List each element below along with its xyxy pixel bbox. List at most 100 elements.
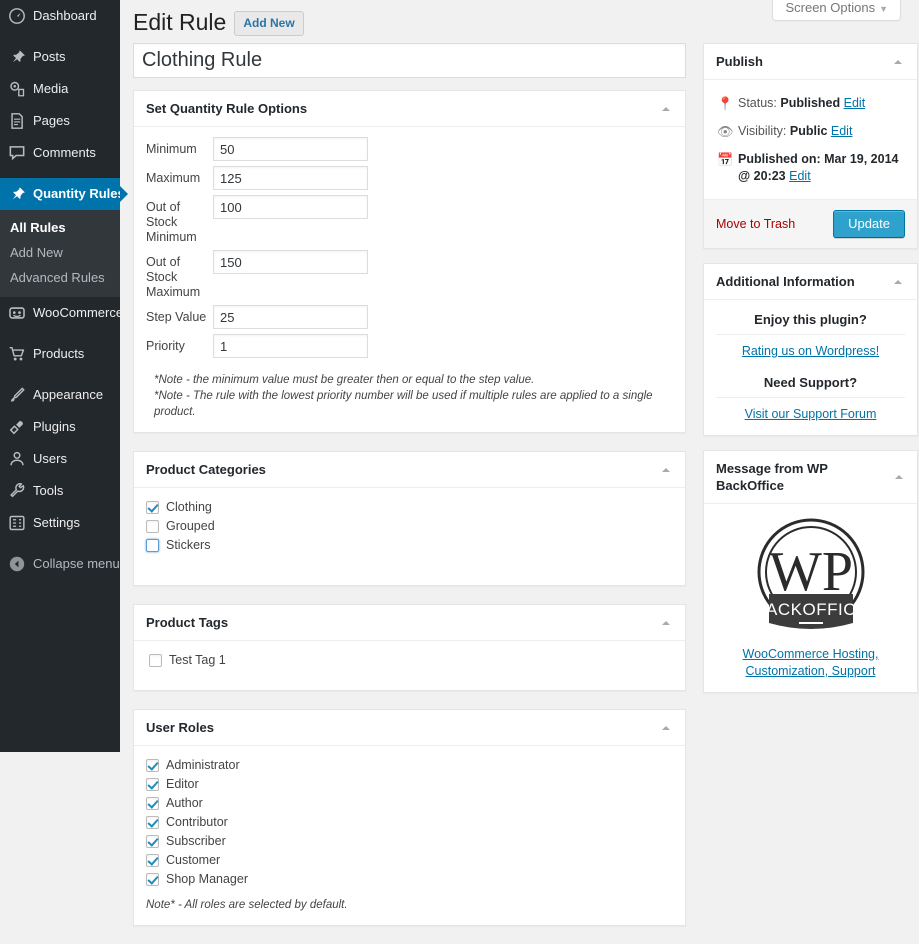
user-role-checkbox-list: AdministratorEditorAuthorContributorSubs… [146, 756, 673, 889]
field-input-minimum[interactable] [213, 137, 368, 161]
postbox-product-tags: Product Tags Test Tag 1 [133, 604, 686, 691]
postbox-header-backoffice[interactable]: Message from WP BackOffice [704, 451, 917, 504]
postbox-header-quantity[interactable]: Set Quantity Rule Options [134, 91, 685, 127]
user-role-checkbox-subscriber[interactable] [146, 835, 159, 848]
sidebar-item-plugins[interactable]: Plugins [0, 411, 120, 443]
screen-options-tab[interactable]: Screen Options▼ [772, 0, 901, 21]
rule-title-input[interactable] [133, 43, 686, 78]
user-role-label-customer: Customer [166, 852, 220, 869]
product-category-checkbox-clothing[interactable] [146, 501, 159, 514]
edit-visibility-link[interactable]: Edit [831, 124, 853, 138]
product-tag-checkbox-test-tag-1[interactable] [149, 654, 162, 667]
sidebar-item-products[interactable]: Products [0, 338, 120, 370]
product-category-row-grouped[interactable]: Grouped [146, 517, 673, 536]
toggle-panel-icon[interactable] [659, 616, 673, 630]
postbox-header-user-roles[interactable]: User Roles [134, 710, 685, 746]
collapse-menu-button[interactable]: Collapse menu [0, 548, 120, 580]
postbox-header-tags[interactable]: Product Tags [134, 605, 685, 641]
user-roles-body: AdministratorEditorAuthorContributorSubs… [134, 746, 685, 925]
postbox-header-categories[interactable]: Product Categories [134, 452, 685, 488]
sidebar-item-pages[interactable]: Pages [0, 105, 120, 137]
sidebar-item-tools[interactable]: Tools [0, 475, 120, 507]
user-role-row-contributor[interactable]: Contributor [146, 813, 673, 832]
quantity-notes: *Note - the minimum value must be greate… [146, 372, 673, 420]
user-role-row-editor[interactable]: Editor [146, 775, 673, 794]
status-value: Published [780, 96, 840, 110]
field-input-step-value[interactable] [213, 305, 368, 329]
side-column: Publish 📍 Status: Published Edit [703, 43, 918, 707]
quantity-fields: MinimumMaximumOut of Stock MinimumOut of… [134, 127, 685, 432]
edit-status-link[interactable]: Edit [844, 96, 866, 110]
product-tag-row-test-tag-1[interactable]: Test Tag 1 [149, 651, 673, 670]
edit-date-link[interactable]: Edit [789, 169, 811, 183]
product-category-label-clothing: Clothing [166, 499, 212, 516]
toggle-panel-icon[interactable] [891, 55, 905, 69]
sidebar-item-media[interactable]: Media [0, 73, 120, 105]
user-role-checkbox-administrator[interactable] [146, 759, 159, 772]
user-role-row-subscriber[interactable]: Subscriber [146, 832, 673, 851]
screen-options-label: Screen Options [785, 0, 875, 15]
user-role-checkbox-customer[interactable] [146, 854, 159, 867]
user-role-row-customer[interactable]: Customer [146, 851, 673, 870]
post-body: Set Quantity Rule Options MinimumMaximum… [133, 43, 909, 944]
sidebar-menu-list: Dashboard PostsMedia Pages Comments Quantity… [0, 0, 120, 580]
field-input-out-of-stock-maximum[interactable] [213, 250, 368, 274]
page-title: Edit Rule [133, 6, 226, 43]
rating-link[interactable]: Rating us on Wordpress! [716, 344, 905, 371]
user-role-checkbox-contributor[interactable] [146, 816, 159, 829]
toggle-panel-icon[interactable] [659, 463, 673, 477]
sidebar-item-label: Dashboard [33, 7, 97, 25]
sidebar-item-posts[interactable]: Posts [0, 41, 120, 73]
sidebar-item-users[interactable]: Users [0, 443, 120, 475]
support-forum-link[interactable]: Visit our Support Forum [716, 407, 905, 423]
sidebar-item-label: Products [33, 345, 84, 363]
publish-status-row: 📍 Status: Published Edit [716, 90, 905, 118]
toggle-panel-icon[interactable] [892, 470, 905, 484]
visibility-label: Visibility: [738, 124, 786, 138]
sidebar-item-appearance[interactable]: Appearance [0, 379, 120, 411]
user-role-row-administrator[interactable]: Administrator [146, 756, 673, 775]
user-role-checkbox-author[interactable] [146, 797, 159, 810]
user-role-checkbox-editor[interactable] [146, 778, 159, 791]
field-label-out-of-stock-minimum: Out of Stock Minimum [146, 195, 213, 245]
field-input-priority[interactable] [213, 334, 368, 358]
field-input-out-of-stock-minimum[interactable] [213, 195, 368, 219]
note-priority: *Note - The rule with the lowest priorit… [154, 388, 673, 420]
sidebar-subitem-advanced-rules[interactable]: Advanced Rules [0, 265, 120, 290]
sidebar-item-dashboard[interactable]: Dashboard [0, 0, 120, 32]
postbox-publish: Publish 📍 Status: Published Edit [703, 43, 918, 249]
postbox-title: Product Categories [146, 461, 266, 478]
field-row-priority: Priority [146, 334, 673, 358]
user-role-label-administrator: Administrator [166, 757, 240, 774]
field-row-minimum: Minimum [146, 137, 673, 161]
move-to-trash-link[interactable]: Move to Trash [716, 217, 795, 231]
sidebar-item-woocommerce[interactable]: WooCommerce [0, 297, 120, 329]
postbox-header-additional-info[interactable]: Additional Information [704, 264, 917, 300]
toggle-panel-icon[interactable] [659, 102, 673, 116]
sidebar-subitem-all-rules[interactable]: All Rules [0, 215, 120, 240]
pin-icon [8, 185, 26, 203]
backoffice-link[interactable]: WooCommerce Hosting, Customization, Supp… [716, 646, 905, 680]
sidebar-item-comments[interactable]: Comments [0, 137, 120, 169]
update-button[interactable]: Update [833, 210, 905, 238]
postbox-header-publish[interactable]: Publish [704, 44, 917, 80]
product-category-row-clothing[interactable]: Clothing [146, 498, 673, 517]
toggle-panel-icon[interactable] [659, 721, 673, 735]
user-role-row-author[interactable]: Author [146, 794, 673, 813]
product-category-checkbox-stickers[interactable] [146, 539, 159, 552]
product-category-row-stickers[interactable]: Stickers [146, 536, 673, 555]
sidebar-item-label: Pages [33, 112, 70, 130]
title-field-wrap [133, 43, 686, 78]
user-role-row-shop-manager[interactable]: Shop Manager [146, 870, 673, 889]
field-row-step-value: Step Value [146, 305, 673, 329]
postbox-additional-information: Additional Information Enjoy this plugin… [703, 263, 918, 436]
sidebar-item-quantity-rules[interactable]: Quantity Rules [0, 178, 120, 210]
field-input-maximum[interactable] [213, 166, 368, 190]
product-tag-checkbox-list: Test Tag 1 [146, 651, 673, 670]
add-new-button[interactable]: Add New [234, 11, 303, 36]
user-role-checkbox-shop-manager[interactable] [146, 873, 159, 886]
product-category-checkbox-grouped[interactable] [146, 520, 159, 533]
toggle-panel-icon[interactable] [891, 275, 905, 289]
sidebar-subitem-add-new[interactable]: Add New [0, 240, 120, 265]
sidebar-item-settings[interactable]: Settings [0, 507, 120, 539]
